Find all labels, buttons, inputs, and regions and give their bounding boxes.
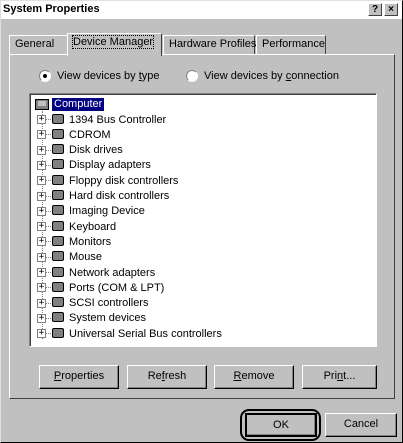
- cdrom-icon: [52, 128, 66, 141]
- tree-item[interactable]: + Monitors: [37, 234, 111, 249]
- view-by-type-label: View devices by type: [57, 70, 160, 82]
- tree-item[interactable]: + System devices: [37, 311, 146, 326]
- expand-icon[interactable]: +: [37, 283, 46, 293]
- network-adapter-icon: [52, 266, 66, 279]
- title-bar: System Properties ? ×: [1, 1, 402, 19]
- tree-item-label: Universal Serial Bus controllers: [69, 327, 222, 340]
- hard-disk-controller-icon: [52, 190, 66, 202]
- expand-icon[interactable]: +: [37, 313, 46, 323]
- tree-item[interactable]: + Ports (COM & LPT): [37, 280, 164, 295]
- radio-by-type[interactable]: [39, 70, 51, 82]
- tree-item-label: Network adapters: [69, 266, 156, 279]
- expand-icon[interactable]: +: [37, 130, 46, 140]
- tab-general[interactable]: General: [9, 35, 69, 55]
- print-button[interactable]: Print...: [302, 365, 377, 389]
- view-by-type-option[interactable]: View devices by type: [39, 70, 160, 82]
- window-title: System Properties: [3, 3, 100, 15]
- tree-item-label: Keyboard: [69, 220, 117, 233]
- tree-item-label: System devices: [69, 312, 147, 325]
- expand-icon[interactable]: +: [37, 268, 46, 277]
- tree-item[interactable]: + Universal Serial Bus controllers: [37, 326, 222, 341]
- expand-icon[interactable]: +: [37, 298, 46, 308]
- tree-item[interactable]: + Network adapters: [37, 265, 155, 280]
- tree-item-label: Ports (COM & LPT): [69, 281, 165, 294]
- close-button[interactable]: ×: [384, 3, 398, 16]
- tab-hardware-profiles-label: Hardware Profiles: [169, 38, 257, 50]
- tree-item[interactable]: + Keyboard: [37, 219, 116, 234]
- tab-hardware-profiles[interactable]: Hardware Profiles: [163, 35, 257, 55]
- device-tree[interactable]: Computer +1394 Bus Controller + CDROM + Disk…: [29, 93, 377, 347]
- tree-item-label: SCSI controllers: [69, 297, 149, 310]
- display-adapter-icon: [52, 159, 66, 171]
- tree-item-label: Imaging Device: [69, 205, 145, 218]
- mouse-icon: [52, 251, 66, 263]
- keyboard-icon: [52, 220, 66, 233]
- ok-button[interactable]: OK: [245, 413, 317, 437]
- expand-icon[interactable]: +: [37, 206, 46, 216]
- tree-item-label: Hard disk controllers: [69, 190, 170, 202]
- floppy-controller-icon: [52, 174, 66, 187]
- tab-performance-label: Performance: [262, 38, 325, 50]
- tree-item[interactable]: + Display adapters: [37, 158, 151, 173]
- view-by-connection-option[interactable]: View devices by connection: [186, 70, 339, 82]
- tab-device-manager-label: Device Manager: [71, 35, 155, 49]
- disk-drive-icon: [52, 144, 66, 156]
- tree-item-label: Floppy disk controllers: [69, 174, 179, 187]
- expand-icon[interactable]: +: [37, 160, 46, 170]
- tree-item-label: Monitors: [69, 235, 112, 248]
- tree-item[interactable]: + SCSI controllers: [37, 296, 148, 311]
- tree-root-computer[interactable]: Computer: [35, 97, 105, 111]
- monitor-icon: [52, 235, 66, 248]
- tree-item-label: 1394 Bus Controller: [69, 113, 167, 126]
- tree-item[interactable]: + CDROM: [37, 127, 111, 142]
- port-icon: [52, 281, 66, 294]
- scsi-controller-icon: [52, 297, 66, 309]
- refresh-button[interactable]: Refresh: [127, 365, 207, 389]
- view-by-connection-label: View devices by connection: [204, 70, 339, 82]
- tree-item[interactable]: + Disk drives: [37, 143, 123, 158]
- tab-performance[interactable]: Performance: [256, 35, 326, 55]
- tab-general-label: General: [15, 38, 55, 50]
- expand-icon[interactable]: +: [37, 145, 46, 155]
- expand-icon[interactable]: +: [37, 252, 46, 262]
- expand-icon[interactable]: +: [37, 329, 46, 339]
- expand-icon[interactable]: +: [37, 115, 46, 124]
- tree-item[interactable]: + Mouse: [37, 250, 102, 265]
- tree-item[interactable]: +1394 Bus Controller: [37, 112, 166, 127]
- system-device-icon: [52, 312, 66, 324]
- imaging-device-icon: [52, 205, 66, 217]
- tree-item[interactable]: + Floppy disk controllers: [37, 173, 178, 188]
- usb-icon: [52, 327, 66, 340]
- expand-icon[interactable]: +: [37, 237, 46, 247]
- computer-icon: [35, 98, 49, 110]
- remove-button[interactable]: Remove: [214, 365, 294, 389]
- bus-controller-icon: [52, 113, 66, 126]
- expand-icon[interactable]: +: [37, 191, 46, 201]
- system-properties-window: System Properties ? × General Device Man…: [0, 0, 403, 443]
- tree-item[interactable]: + Imaging Device: [37, 204, 145, 219]
- tree-item-label: Disk drives: [69, 144, 123, 157]
- tree-item-label: CDROM: [69, 128, 111, 141]
- properties-button[interactable]: Properties: [39, 365, 119, 389]
- tree-item-label: Display adapters: [69, 159, 151, 172]
- cancel-button[interactable]: Cancel: [325, 413, 397, 437]
- radio-by-connection[interactable]: [186, 70, 198, 82]
- tab-device-manager[interactable]: Device Manager: [67, 33, 162, 56]
- expand-icon[interactable]: +: [37, 176, 46, 186]
- tree-item-label: Mouse: [69, 251, 103, 264]
- tree-item[interactable]: + Hard disk controllers: [37, 189, 169, 204]
- expand-icon[interactable]: +: [37, 222, 46, 232]
- help-button[interactable]: ?: [368, 3, 382, 16]
- device-manager-panel: View devices by type View devices by con…: [9, 54, 395, 399]
- tree-root-label: Computer: [52, 97, 105, 111]
